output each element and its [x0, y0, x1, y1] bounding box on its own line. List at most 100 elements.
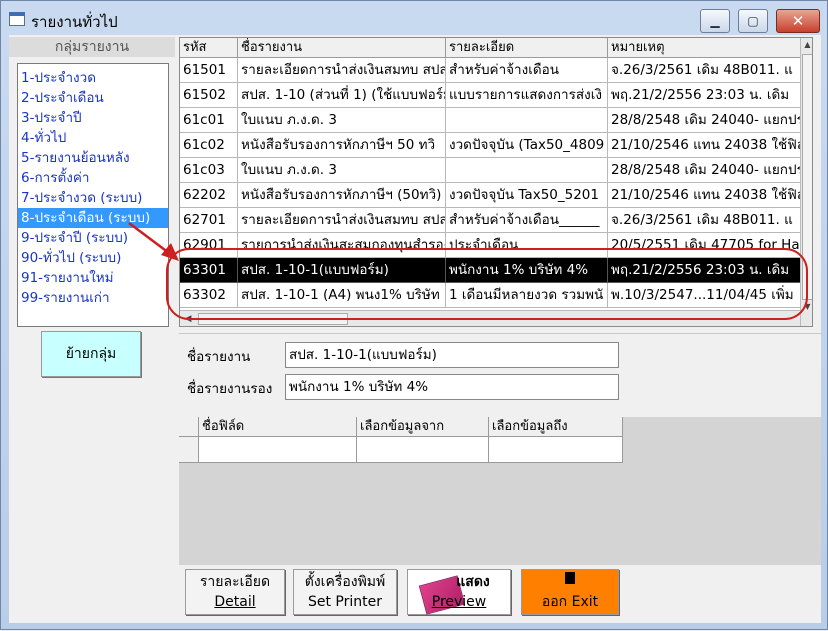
title-bar[interactable]: รายงานทั่วไป ▁ ▢ ✕: [1, 1, 827, 35]
group-item[interactable]: 7-ประจำงวด (ระบบ): [18, 188, 168, 208]
table-cell[interactable]: 62202: [180, 183, 238, 208]
table-cell[interactable]: 61502: [180, 83, 238, 108]
table-cell[interactable]: 62901: [180, 233, 238, 258]
table-row[interactable]: 62901 รายการนำส่งเงินสะสมกองทุนสำรอง ประจำ…: [180, 233, 808, 258]
group-item[interactable]: 99-รายงานเก่า: [18, 288, 168, 308]
table-cell[interactable]: หนังสือรับรองการหักภาษีฯ (50ทวิ): [238, 183, 446, 208]
report-subname-field[interactable]: พนักงาน 1% บริษัท 4%: [285, 374, 619, 400]
scroll-up-icon[interactable]: ▲: [801, 38, 812, 52]
minimize-button[interactable]: ▁: [700, 9, 730, 33]
table-cell[interactable]: 61c03: [180, 158, 238, 183]
vertical-scrollbar[interactable]: ▲ ▼: [800, 38, 812, 326]
table-cell[interactable]: พฤ.21/2/2556 23:03 น. เดิม: [608, 83, 808, 108]
field-grid[interactable]: ชื่อฟิล์ด เลือกข้อมูลจาก เลือกข้อมูลถึง: [179, 417, 821, 565]
grid-column-header[interactable]: รหัส: [180, 38, 238, 58]
group-item[interactable]: 1-ประจำงวด: [18, 68, 168, 88]
detail-panel: ชื่อรายงาน สปส. 1-10-1(แบบฟอร์ม) ชื่อราย…: [179, 333, 821, 413]
maximize-button[interactable]: ▢: [738, 9, 768, 33]
group-list[interactable]: 1-ประจำงวด 2-ประจำเดือน 3-ประจำปี 4-ทั่วไป 5…: [17, 63, 169, 327]
table-cell[interactable]: [446, 108, 608, 133]
group-item[interactable]: 4-ทั่วไป: [18, 128, 168, 148]
table-cell[interactable]: 28/8/2548 เดิม 24040- แยกปร: [608, 158, 808, 183]
table-row[interactable]: 61502 สปส. 1-10 (ส่วนที่ 1) (ใช้แบบฟอร์มแ…: [180, 83, 808, 108]
table-row[interactable]: 63302 สปส. 1-10-1 (A4) พนง1% บริษัท 1 เดือ…: [180, 283, 808, 308]
field-row-header[interactable]: [179, 437, 199, 463]
table-cell[interactable]: 61501: [180, 58, 238, 83]
table-cell[interactable]: งวดปัจจุบัน Tax50_5201: [446, 183, 608, 208]
table-cell[interactable]: 62701: [180, 208, 238, 233]
window-title: รายงานทั่วไป: [31, 13, 118, 31]
horizontal-scroll-thumb[interactable]: [198, 313, 348, 325]
table-cell[interactable]: 21/10/2546 แทน 24038 ใช้ฟิล: [608, 183, 808, 208]
table-row[interactable]: 61501 รายละเอียดการนำส่งเงินสมทบ สปส สำหรั…: [180, 58, 808, 83]
exit-button[interactable]: ออก Exit: [521, 569, 619, 615]
preview-button[interactable]: แสดง Preview: [407, 569, 511, 615]
table-row[interactable]: 61c01 ใบแนบ ภ.ง.ด. 3 28/8/2548 เดิม 24040-…: [180, 108, 808, 133]
group-item[interactable]: 3-ประจำปี: [18, 108, 168, 128]
table-cell[interactable]: สำหรับค่าจ้างเดือน______: [446, 208, 608, 233]
detail-button[interactable]: รายละเอียด Detail: [185, 569, 285, 615]
field-col-to: เลือกข้อมูลถึง: [489, 417, 623, 437]
maximize-icon: ▢: [747, 14, 759, 28]
table-cell[interactable]: 20/5/2551 เดิม 47705 for Ha: [608, 233, 808, 258]
table-row[interactable]: 63301 สปส. 1-10-1(แบบฟอร์ม) พนักงาน 1% บริ…: [180, 258, 808, 283]
group-item[interactable]: 2-ประจำเดือน: [18, 88, 168, 108]
horizontal-scrollbar[interactable]: ◀: [180, 310, 800, 326]
table-cell[interactable]: รายละเอียดการนำส่งเงินสมทบ สปส: [238, 208, 446, 233]
group-item[interactable]: 6-การตั้งค่า: [18, 168, 168, 188]
minimize-icon: ▁: [710, 14, 720, 28]
table-cell[interactable]: ใบแนบ ภ.ง.ด. 3: [238, 158, 446, 183]
table-cell[interactable]: สำหรับค่าจ้างเดือน: [446, 58, 608, 83]
table-cell[interactable]: สปส. 1-10-1(แบบฟอร์ม): [238, 258, 446, 283]
field-name-cell[interactable]: [199, 437, 357, 463]
grid-column-header[interactable]: หมายเหตุ: [608, 38, 808, 58]
set-printer-button[interactable]: ตั้งเครื่องพิมพ์ Set Printer: [293, 569, 397, 615]
preview-button-english: Preview: [431, 594, 487, 610]
table-row[interactable]: 61c02 หนังสือรับรองการหักภาษีฯ 50 ทวิ งวดป…: [180, 133, 808, 158]
table-cell[interactable]: [446, 158, 608, 183]
table-cell[interactable]: พนักงาน 1% บริษัท 4%: [446, 258, 608, 283]
table-row[interactable]: 62701 รายละเอียดการนำส่งเงินสมทบ สปส สำหรั…: [180, 208, 808, 233]
field-from-cell[interactable]: [357, 437, 489, 463]
table-cell[interactable]: 61c02: [180, 133, 238, 158]
table-cell[interactable]: รายการนำส่งเงินสะสมกองทุนสำรอง: [238, 233, 446, 258]
scroll-down-icon[interactable]: ▼: [801, 300, 812, 314]
grid-column-header[interactable]: ชื่อรายงาน: [238, 38, 446, 58]
report-name-field[interactable]: สปส. 1-10-1(แบบฟอร์ม): [285, 342, 619, 368]
group-item[interactable]: 90-ทั่วไป (ระบบ): [18, 248, 168, 268]
table-cell[interactable]: สปส. 1-10 (ส่วนที่ 1) (ใช้แบบฟอร์ม: [238, 83, 446, 108]
group-item[interactable]: 9-ประจำปี (ระบบ): [18, 228, 168, 248]
scroll-left-icon[interactable]: ◀: [180, 311, 196, 326]
group-item[interactable]: 5-รายงานย้อนหลัง: [18, 148, 168, 168]
grid-header: รหัส ชื่อรายงาน รายละเอียด หมายเหตุ: [180, 38, 812, 58]
table-cell[interactable]: 63301: [180, 258, 238, 283]
report-grid[interactable]: รหัส ชื่อรายงาน รายละเอียด หมายเหตุ 61501 รา…: [179, 37, 813, 327]
table-row[interactable]: 61c03 ใบแนบ ภ.ง.ด. 3 28/8/2548 เดิม 24040-…: [180, 158, 808, 183]
table-cell[interactable]: 21/10/2546 แทน 24038 ใช้ฟิล: [608, 133, 808, 158]
table-cell[interactable]: 63302: [180, 283, 238, 308]
table-cell[interactable]: จ.26/3/2561 เดิม 48B011. แ: [608, 208, 808, 233]
table-cell[interactable]: จ.26/3/2561 เดิม 48B011. แ: [608, 58, 808, 83]
table-cell[interactable]: 1 เดือนมีหลายงวด รวมพนั: [446, 283, 608, 308]
table-cell[interactable]: สปส. 1-10-1 (A4) พนง1% บริษัท: [238, 283, 446, 308]
table-cell[interactable]: 61c01: [180, 108, 238, 133]
close-button[interactable]: ✕: [776, 9, 820, 33]
table-cell[interactable]: ประจำเดือน: [446, 233, 608, 258]
table-cell[interactable]: หนังสือรับรองการหักภาษีฯ 50 ทวิ: [238, 133, 446, 158]
exit-door-icon: [565, 572, 575, 584]
grid-column-header[interactable]: รายละเอียด: [446, 38, 608, 58]
group-item[interactable]: 8-ประจำเดือน (ระบบ): [18, 208, 168, 228]
field-to-cell[interactable]: [489, 437, 623, 463]
group-item[interactable]: 91-รายงานใหม่: [18, 268, 168, 288]
table-cell[interactable]: แบบรายการแสดงการส่งเงิ: [446, 83, 608, 108]
table-cell[interactable]: ใบแนบ ภ.ง.ด. 3: [238, 108, 446, 133]
table-cell[interactable]: งวดปัจจุบัน (Tax50_4809: [446, 133, 608, 158]
move-group-button[interactable]: ย้ายกลุ่ม: [41, 331, 141, 377]
table-cell[interactable]: รายละเอียดการนำส่งเงินสมทบ สปส: [238, 58, 446, 83]
table-cell[interactable]: พ.10/3/2547...11/04/45 เพิ่ม: [608, 283, 808, 308]
table-row[interactable]: 62202 หนังสือรับรองการหักภาษีฯ (50ทวิ) งวด…: [180, 183, 808, 208]
report-window: รายงานทั่วไป ▁ ▢ ✕ กลุ่มรายงาน 1-ประจำงว…: [0, 0, 828, 630]
table-cell[interactable]: พฤ.21/2/2556 23:03 น. เดิม: [608, 258, 808, 283]
table-cell[interactable]: 28/8/2548 เดิม 24040- แยกปร: [608, 108, 808, 133]
vertical-scroll-thumb[interactable]: [802, 54, 812, 300]
